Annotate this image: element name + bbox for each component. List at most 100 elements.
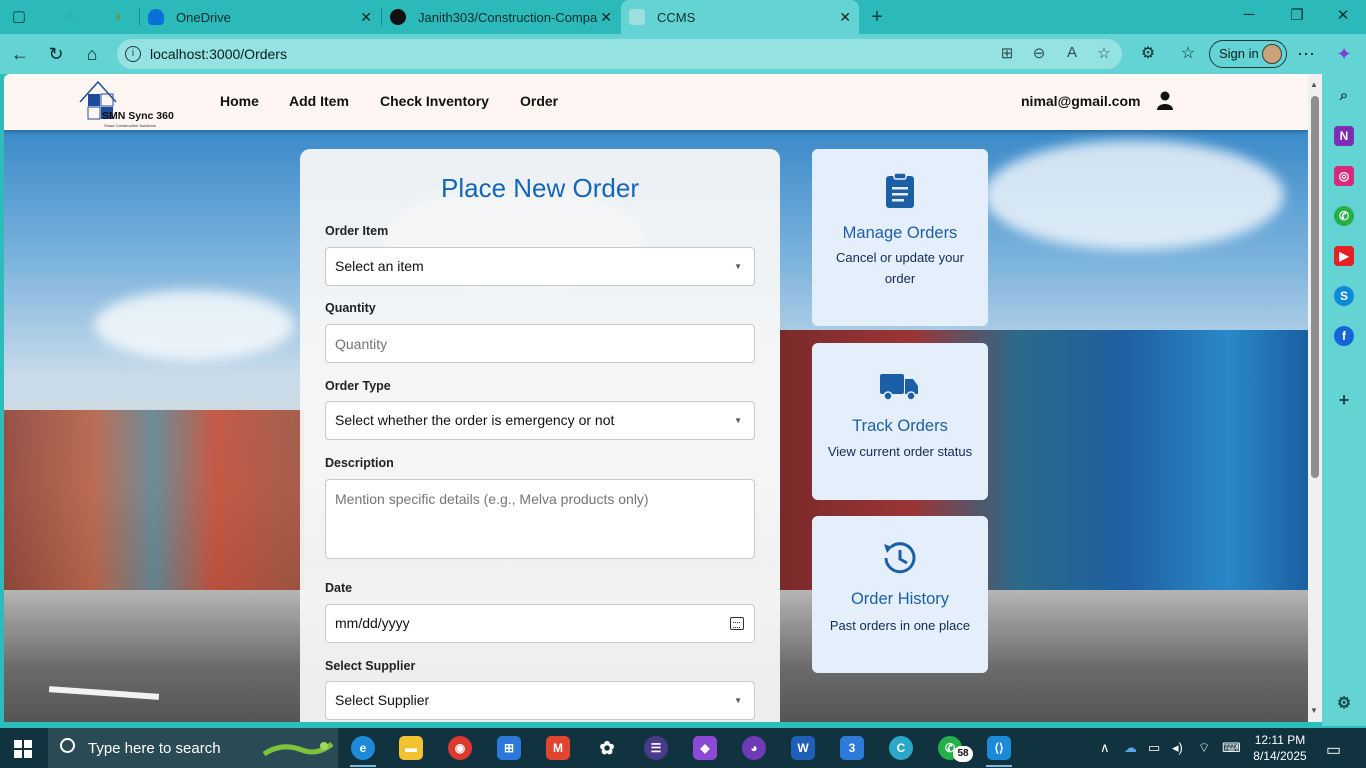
description-textarea[interactable] [325,479,755,559]
scroll-thumb[interactable] [1311,96,1319,478]
more-menu-icon[interactable]: ⋯ [1294,43,1318,65]
onedrive-tray-icon[interactable]: ☁ [1124,740,1137,756]
back-icon[interactable]: ← [8,43,32,65]
brand-name: SMN Sync 360 [102,110,174,122]
order-history-card[interactable]: Order History Past orders in one place [812,516,988,673]
app-available-icon[interactable]: ⊞ [997,44,1017,62]
close-tab-icon[interactable]: ✕ [839,9,851,26]
read-aloud-icon[interactable]: A [1062,44,1082,61]
manage-orders-card[interactable]: Manage Orders Cancel or update your orde… [812,149,988,326]
description-label: Description [325,456,394,470]
file-explorer-icon[interactable]: ▬ [399,736,423,760]
chrome-icon[interactable]: ◉ [448,736,472,760]
microsoft-store-icon[interactable]: ⊞ [497,736,521,760]
extension-icon[interactable]: ◑ [106,6,128,28]
address-toolbar: ← ↻ ⌂ i localhost:3000/Orders ⊞ ⊖ A ☆ ⚙ … [0,34,1366,74]
track-orders-card[interactable]: Track Orders View current order status [812,343,988,500]
instagram-icon[interactable]: ◎ [1334,166,1354,186]
onedrive-icon [148,9,164,25]
page-scrollbar[interactable]: ▲ ▼ [1308,74,1322,722]
show-hidden-icons[interactable]: ∧ [1100,740,1110,756]
clock-date: 8/14/2025 [1253,749,1307,763]
whatsapp-badge: 58 [953,746,973,762]
onenote-icon[interactable]: N [1334,126,1354,146]
windows-start-icon[interactable] [14,740,32,758]
site-info-icon[interactable]: i [125,46,141,62]
vscode-icon[interactable]: ⟨⟩ [987,736,1011,760]
visual-studio-icon[interactable]: ◆ [693,736,717,760]
tab-github[interactable]: Janith303/Construction-Company ✕ [382,0,620,34]
quantity-input[interactable] [325,324,755,363]
nav-add-item[interactable]: Add Item [289,93,349,109]
gmail-icon[interactable]: M [546,736,570,760]
order-item-label: Order Item [325,224,389,238]
search-icon[interactable]: ⌕ [1334,86,1354,106]
word-icon[interactable]: W [791,736,815,760]
supplier-select[interactable]: Select Supplier ▼ [325,681,755,720]
refresh-icon[interactable]: ↻ [44,43,68,65]
canva-icon[interactable]: C [889,736,913,760]
tab-ccms[interactable]: CCMS ✕ [621,0,859,34]
volume-icon[interactable]: ◂) [1172,740,1183,756]
dropdown-arrow-icon: ▼ [734,696,742,705]
close-tab-icon[interactable]: ✕ [600,9,612,26]
form-title: Place New Order [441,173,639,203]
workspace-icon[interactable]: ◌ [58,6,80,28]
tab-title: Janith303/Construction-Company [418,9,598,25]
dropdown-arrow-icon: ▼ [734,416,742,425]
date-input[interactable]: mm/dd/yyyy [325,604,755,643]
facebook-icon[interactable]: f [1334,326,1354,346]
history-icon [884,542,916,574]
wifi-icon[interactable]: ⌔ [1198,740,1210,756]
zoom-icon[interactable]: ⊖ [1029,44,1049,62]
url-text[interactable]: localhost:3000/Orders [150,46,287,62]
eclipse-icon[interactable]: ☰ [644,736,668,760]
minimize-icon[interactable]: ─ [1226,6,1272,23]
sign-in-button[interactable]: Sign in [1209,40,1287,68]
favorite-star-icon[interactable]: ☆ [1094,44,1114,62]
extensions-icon[interactable]: ⚙ [1136,43,1160,65]
skype-icon[interactable]: S [1334,286,1354,306]
clipboard-icon [886,173,914,208]
youtube-icon[interactable]: ▶ [1334,246,1354,266]
notifications-icon[interactable]: ▭ [1326,740,1341,760]
copilot-icon[interactable]: ✦ [1332,43,1356,65]
order-type-select[interactable]: Select whether the order is emergency or… [325,401,755,440]
order-item-select[interactable]: Select an item ▼ [325,247,755,286]
user-icon[interactable] [1156,91,1174,111]
new-tab-icon[interactable]: + [866,6,888,28]
system-clock[interactable]: 12:11 PM 8/14/2025 [1250,732,1310,764]
scroll-up-icon[interactable]: ▲ [1310,80,1318,89]
calendar-icon[interactable] [730,617,744,630]
windows-taskbar: Type here to search e ▬ ◉ ⊞ M ✿ ☰ ◆ ◕ W … [0,728,1366,768]
close-window-icon[interactable]: ✕ [1320,6,1366,24]
tab-onedrive[interactable]: OneDrive ✕ [140,0,380,34]
whatsapp-icon[interactable]: ✆ [1334,206,1354,226]
nav-home[interactable]: Home [220,93,259,109]
edge-taskbar-icon[interactable]: e [351,736,375,760]
restore-icon[interactable]: ❐ [1274,6,1320,24]
github-desktop-icon[interactable]: ◕ [742,736,766,760]
favorites-icon[interactable]: ☆ [1176,43,1200,65]
add-sidebar-app-icon[interactable]: + [1334,390,1354,410]
card-title: Order History [850,590,950,608]
user-email[interactable]: nimal@gmail.com [1021,93,1140,109]
nav-order[interactable]: Order [520,93,558,109]
address-bar[interactable]: i localhost:3000/Orders ⊞ ⊖ A ☆ [117,39,1122,69]
sidebar-settings-icon[interactable]: ⚙ [1334,694,1354,714]
keyboard-icon[interactable]: ⌨ [1222,740,1241,756]
supplier-value: Select Supplier [335,692,430,708]
page-icon [629,9,645,25]
nav-check-inventory[interactable]: Check Inventory [380,93,489,109]
battery-icon[interactable]: ▭ [1148,740,1160,756]
taskbar-search[interactable]: Type here to search [48,728,338,768]
tab-actions-icon[interactable]: ▢ [8,6,30,28]
scroll-down-icon[interactable]: ▼ [1310,706,1318,715]
tab-title: OneDrive [176,9,231,25]
chatgpt-icon[interactable]: ✿ [595,736,619,760]
truck-icon [880,374,918,401]
supplier-label: Select Supplier [325,659,416,673]
close-tab-icon[interactable]: ✕ [360,9,372,26]
app-three-icon[interactable]: 3 [840,736,864,760]
home-icon[interactable]: ⌂ [80,43,104,65]
